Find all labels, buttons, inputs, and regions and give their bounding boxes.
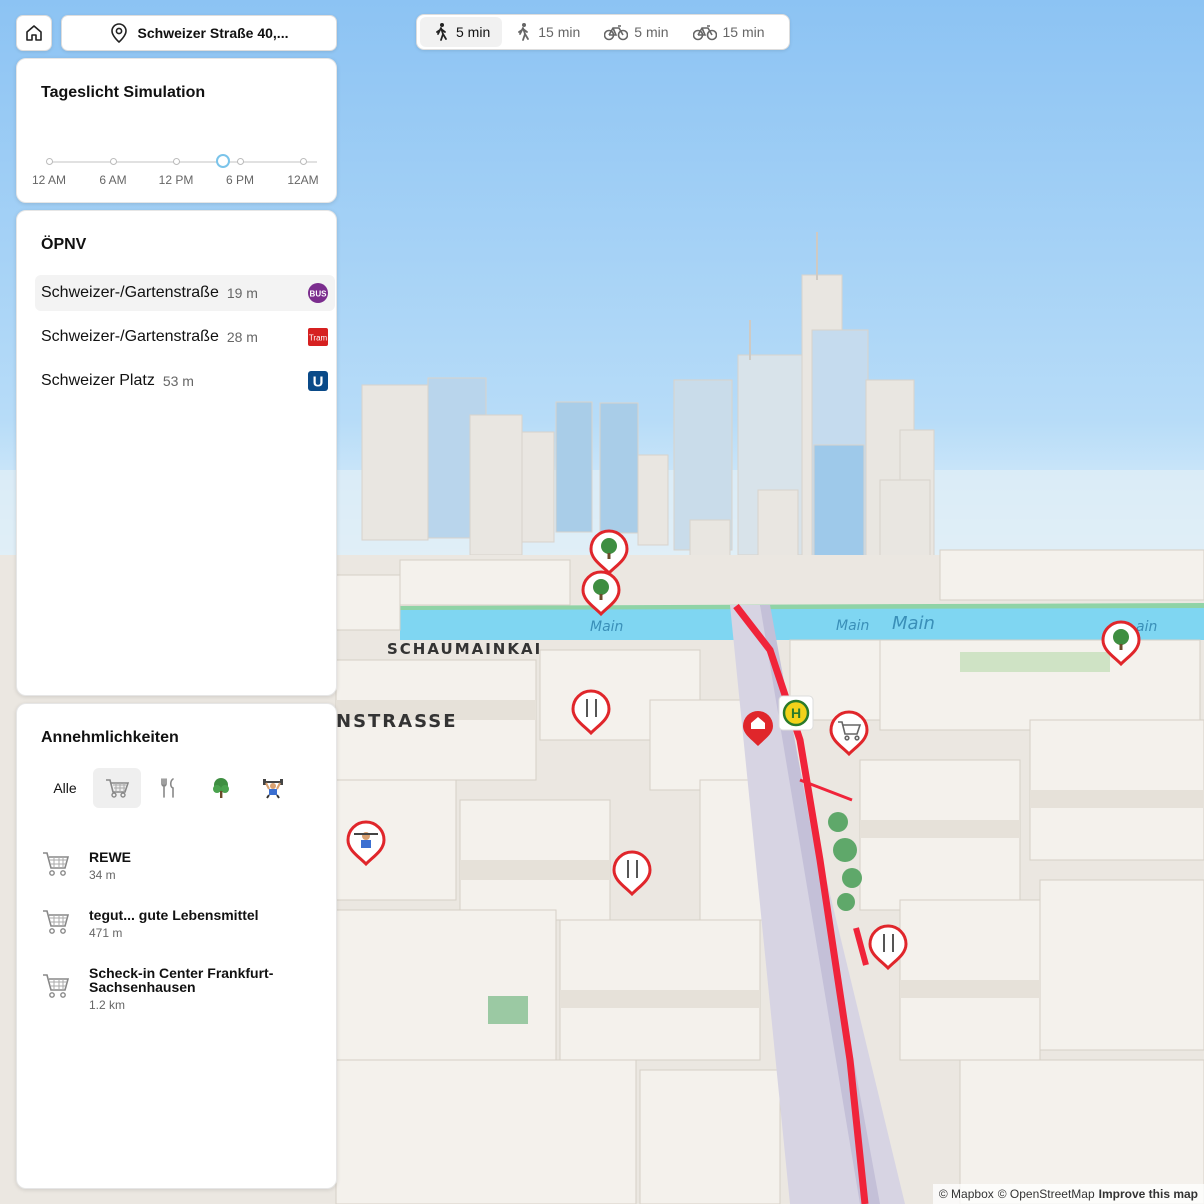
mode-label: 15 min — [722, 24, 765, 40]
mode-walk-15[interactable]: 15 min — [502, 17, 592, 47]
slider-thumb[interactable] — [216, 154, 231, 168]
tick-dot — [173, 158, 180, 165]
walk-icon — [436, 23, 447, 41]
stop-distance: 19 m — [226, 285, 258, 301]
osm-attribution[interactable]: © OpenStreetMap — [998, 1187, 1095, 1201]
amenity-filters: Alle — [41, 768, 297, 808]
tree-icon — [1113, 629, 1129, 645]
weightlifter-icon — [263, 779, 283, 799]
svg-text:H: H — [791, 705, 801, 721]
transit-title: ÖPNV — [41, 236, 87, 253]
daylight-slider[interactable]: 12 AM 6 AM 12 PM 6 PM 12AM — [32, 154, 325, 195]
tick-label: 12 AM — [31, 173, 67, 187]
transit-stop-item[interactable]: Schweizer-/Gartenstraße 19 m BUS — [35, 275, 335, 311]
bus-icon: BUS — [307, 282, 329, 304]
filter-supermarket[interactable] — [93, 768, 141, 808]
tick-label: 12 PM — [158, 173, 194, 187]
restaurant-pin[interactable] — [612, 850, 652, 897]
filter-gym[interactable] — [249, 768, 297, 808]
tree-icon — [593, 579, 609, 595]
tree-icon — [213, 778, 229, 798]
mapbox-attribution[interactable]: © Mapbox — [939, 1187, 994, 1201]
amenity-distance: 471 m — [89, 926, 123, 940]
map-attribution: © Mapbox © OpenStreetMap Improve this ma… — [932, 1184, 1204, 1204]
tram-icon: Tram — [307, 327, 329, 347]
tick-label: 6 PM — [225, 173, 255, 187]
mode-label: 5 min — [634, 24, 669, 40]
gym-pin[interactable] — [346, 820, 386, 867]
walk-icon — [518, 23, 530, 41]
amenity-distance: 34 m — [89, 868, 116, 882]
supermarket-pin[interactable] — [829, 710, 869, 757]
amenity-item[interactable]: Scheck-in Center Frankfurt-Sachsenhausen… — [41, 966, 289, 1012]
ubahn-icon: U — [307, 370, 329, 392]
bus-stop-pin[interactable]: H — [778, 695, 814, 731]
tick-dot — [110, 158, 117, 165]
park-pin[interactable] — [1101, 620, 1141, 667]
mode-label: 15 min — [538, 24, 581, 40]
svg-text:Tram: Tram — [309, 334, 328, 343]
tick-dot — [300, 158, 307, 165]
mode-bike-5[interactable]: 5 min — [592, 17, 680, 47]
amenity-item[interactable]: REWE 34 m — [41, 850, 289, 882]
improve-map-link[interactable]: Improve this map — [1099, 1187, 1198, 1201]
home-button[interactable] — [16, 15, 52, 51]
home-icon — [26, 25, 42, 41]
tick-dot — [46, 158, 53, 165]
amenities-panel: Annehmlichkeiten Alle REWE 34 m tegut...… — [16, 703, 337, 1189]
tick-label: 12AM — [287, 173, 319, 187]
mode-walk-5[interactable]: 5 min — [420, 17, 503, 47]
amenity-name: Scheck-in Center Frankfurt-Sachsenhausen — [89, 965, 274, 995]
daylight-panel: Tageslicht Simulation 12 AM 6 AM 12 PM 6… — [16, 58, 337, 203]
stop-distance: 53 m — [162, 373, 194, 389]
stop-name: Schweizer-/Gartenstraße — [41, 328, 219, 345]
travel-mode-selector: 5 min 15 min 5 min 15 min — [416, 14, 790, 50]
mode-label: 5 min — [456, 24, 491, 40]
stop-distance: 28 m — [226, 329, 258, 345]
amenities-title: Annehmlichkeiten — [41, 729, 179, 746]
restaurant-pin[interactable] — [571, 689, 611, 736]
location-pin-icon — [110, 23, 127, 43]
cart-icon — [106, 779, 130, 798]
park-pin[interactable] — [589, 529, 629, 576]
restaurant-pin[interactable] — [868, 924, 908, 971]
amenity-name: REWE — [89, 849, 131, 865]
svg-text:BUS: BUS — [310, 290, 328, 299]
slider-track — [49, 161, 317, 163]
tick-label: 6 AM — [99, 173, 127, 187]
amenity-distance: 1.2 km — [89, 998, 126, 1012]
home-pin[interactable] — [743, 711, 773, 746]
svg-text:U: U — [313, 374, 324, 391]
mode-bike-15[interactable]: 15 min — [681, 17, 777, 47]
transit-panel: ÖPNV Schweizer-/Gartenstraße 19 m BUS Sc… — [16, 210, 337, 696]
filter-all[interactable]: Alle — [41, 768, 89, 808]
cart-icon — [43, 910, 70, 934]
transit-stop-item[interactable]: Schweizer Platz 53 m U — [35, 363, 335, 399]
address-label: Schweizer Straße 40,... — [137, 25, 289, 41]
filter-park[interactable] — [197, 768, 245, 808]
fork-knife-icon — [161, 778, 174, 798]
stop-name: Schweizer-/Gartenstraße — [41, 284, 219, 301]
daylight-title: Tageslicht Simulation — [41, 84, 206, 101]
bike-icon — [692, 25, 717, 41]
tick-dot — [237, 158, 244, 165]
stop-name: Schweizer Platz — [41, 372, 155, 389]
cart-icon — [43, 852, 70, 876]
amenity-item[interactable]: tegut... gute Lebensmittel 471 m — [41, 908, 289, 940]
amenity-name: tegut... gute Lebensmittel — [89, 907, 259, 923]
park-pin[interactable] — [581, 570, 621, 617]
bike-icon — [604, 25, 629, 41]
filter-restaurant[interactable] — [145, 768, 193, 808]
transit-stop-item[interactable]: Schweizer-/Gartenstraße 28 m Tram — [35, 319, 335, 355]
cart-icon — [43, 974, 70, 998]
address-button[interactable]: Schweizer Straße 40,... — [61, 15, 337, 51]
tree-icon — [601, 538, 617, 554]
